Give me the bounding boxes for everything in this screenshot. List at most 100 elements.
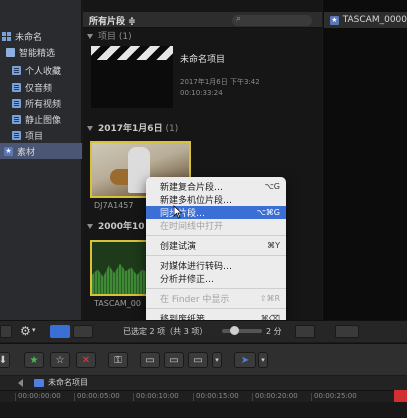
menu-separator (146, 255, 286, 256)
disclosure-triangle-icon (87, 224, 93, 229)
project-thumbnail[interactable] (91, 46, 173, 108)
section-title: 2017年1月6日 (98, 124, 163, 134)
menu-item-label: 新建多机位片段… (160, 196, 233, 206)
menu-item-label: 在 Finder 中显示 (160, 295, 230, 305)
menu-item-transcode-media[interactable]: 对媒体进行转码… (146, 259, 286, 272)
menu-item-shortcut: ⌥G (264, 182, 280, 191)
viewer-header: ★ TASCAM_0000 (323, 12, 407, 28)
timeline-project-name: 未命名项目 (48, 378, 88, 387)
playhead-marker[interactable] (394, 390, 407, 402)
section-count: (1) (165, 124, 179, 134)
main-toolbar: ⬇ ★ ☆ ✕ ⚿ ▭ ▭ ▭ ▾ ➤ ▾ (0, 343, 407, 375)
viewer-options-button[interactable] (335, 325, 359, 338)
gear-icon[interactable]: ⚙ (20, 324, 31, 338)
sidebar-library[interactable]: 未命名 (0, 28, 82, 44)
sidebar-item-audio-only[interactable]: 仅音频 (0, 79, 82, 95)
library-sidebar: 未命名 智能精选 个人收藏 仅音频 所有视频 静止图像 项目 ★ 素材 (0, 0, 82, 320)
sidebar-item-stills[interactable]: 静止图像 (0, 111, 82, 127)
menu-item-shortcut: ⌘Y (267, 241, 280, 250)
section-projects[interactable]: 项目 (1) (87, 29, 132, 42)
browser-toolbar: ⚙ ▾ 已选定 2 项（共 3 项） 2 分 (0, 320, 407, 342)
folder-icon (6, 47, 15, 57)
section-title: 2000年10 (98, 222, 145, 232)
section-date[interactable]: 2017年1月6日 (1) (87, 121, 178, 134)
menu-item-open-in-timeline[interactable]: 在时间线中打开 (146, 219, 286, 232)
sidebar-smart-collections[interactable]: 智能精选 (0, 44, 82, 60)
sidebar-item-label: 仅音频 (25, 83, 53, 94)
ruler-tick-label: 00:00:15:00 (193, 392, 239, 401)
search-field[interactable]: ⌕ (232, 14, 312, 26)
menu-item-create-audition[interactable]: 创建试演 ⌘Y (146, 239, 286, 252)
sidebar-event-selected[interactable]: ★ 素材 (0, 143, 82, 159)
keyword-icon[interactable]: ⚿ (108, 352, 128, 368)
context-menu: 新建复合片段… ⌥G 新建多机位片段… 同步片段… ⌥⌘G 在时间线中打开 创建试演… (146, 177, 286, 330)
menu-item-label: 分析并修正… (160, 275, 215, 285)
menu-separator (146, 235, 286, 236)
menu-item-new-compound-clip[interactable]: 新建复合片段… ⌥G (146, 180, 286, 193)
smart-collection-icon (12, 65, 21, 75)
clip-zoom-slider[interactable] (222, 329, 262, 333)
menu-item-analyze-and-fix[interactable]: 分析并修正… (146, 272, 286, 285)
sidebar-item-favorites[interactable]: 个人收藏 (0, 62, 82, 78)
list-view-button[interactable] (73, 325, 93, 338)
disclosure-triangle-icon (87, 34, 93, 39)
timeline-header: 未命名项目 (0, 376, 407, 390)
disclosure-triangle-icon (87, 126, 93, 131)
event-label: 素材 (17, 147, 36, 158)
menu-item-label: 在时间线中打开 (160, 222, 224, 232)
import-button[interactable]: ⬇ (0, 352, 10, 368)
clip-filter-menu[interactable]: 所有片段 ≑ (89, 14, 136, 27)
smart-collection-icon (12, 98, 21, 108)
menu-item-synchronize-clips[interactable]: 同步片段… ⌥⌘G (146, 206, 286, 219)
project-icon (34, 379, 44, 387)
menu-item-reveal-in-finder[interactable]: 在 Finder 中显示 ⇧⌘R (146, 292, 286, 305)
sidebar-toggle-button[interactable] (0, 325, 12, 338)
event-star-icon: ★ (330, 15, 339, 25)
clip-name: TASCAM_00 (94, 299, 141, 308)
ruler-tick-label: 00:00:10:00 (133, 392, 179, 401)
menu-item-new-multicam-clip[interactable]: 新建多机位片段… (146, 193, 286, 206)
append-clip-icon[interactable]: ▭ (188, 352, 208, 368)
selection-status: 已选定 2 项（共 3 项） (123, 327, 208, 336)
smart-collection-icon (12, 82, 21, 92)
menu-item-label: 创建试演 (160, 242, 197, 252)
timeline-tracks[interactable] (0, 402, 407, 418)
reject-icon[interactable]: ✕ (76, 352, 96, 368)
smart-collection-icon (12, 130, 21, 140)
sidebar-item-all-video[interactable]: 所有视频 (0, 95, 82, 111)
section-2000[interactable]: 2000年10 (87, 219, 145, 232)
project-date: 2017年1月6日 下午3:42 (180, 78, 260, 86)
search-icon: ⌕ (236, 14, 242, 24)
section-title: 项目 (98, 32, 117, 42)
chevron-down-icon: ▾ (32, 326, 36, 334)
select-tool-arrow-icon[interactable]: ➤ (234, 352, 256, 368)
mouse-pointer-icon (173, 205, 183, 219)
sidebar-item-label: 静止图像 (25, 115, 62, 126)
project-name: 未命名项目 (180, 55, 226, 65)
viewer-title: TASCAM_0000 (342, 15, 407, 25)
clip-name: DJ7A1457 (94, 201, 134, 210)
zoom-label: 2 分 (266, 327, 282, 336)
project-duration: 00:10:33:24 (180, 89, 223, 97)
ruler-tick-label: 00:00:05:00 (74, 392, 120, 401)
library-label: 未命名 (15, 32, 43, 43)
filmstrip-view-button[interactable] (50, 325, 70, 338)
tool-menu-chevron-icon[interactable]: ▾ (258, 352, 268, 368)
unrate-star-icon[interactable]: ☆ (50, 352, 70, 368)
clapperboard-icon (91, 46, 173, 60)
sidebar-item-projects[interactable]: 项目 (0, 127, 82, 143)
menu-item-shortcut: ⌥⌘G (256, 208, 280, 217)
menu-item-shortcut: ⇧⌘R (259, 294, 280, 303)
insert-clip-icon[interactable]: ▭ (164, 352, 184, 368)
back-arrow-icon[interactable] (18, 379, 23, 387)
viewer-pane (323, 0, 407, 320)
menu-item-label: 对媒体进行转码… (160, 262, 233, 272)
ruler-tick-label: 00:00:25:00 (311, 392, 357, 401)
slider-knob[interactable] (230, 326, 239, 335)
connect-clip-icon[interactable]: ▭ (140, 352, 160, 368)
edit-options-chevron-icon[interactable]: ▾ (212, 352, 222, 368)
favorite-star-icon[interactable]: ★ (24, 352, 44, 368)
clip-thumbnail-audio[interactable] (90, 240, 150, 296)
comment-button[interactable] (295, 325, 315, 338)
audio-waveform (92, 263, 148, 294)
